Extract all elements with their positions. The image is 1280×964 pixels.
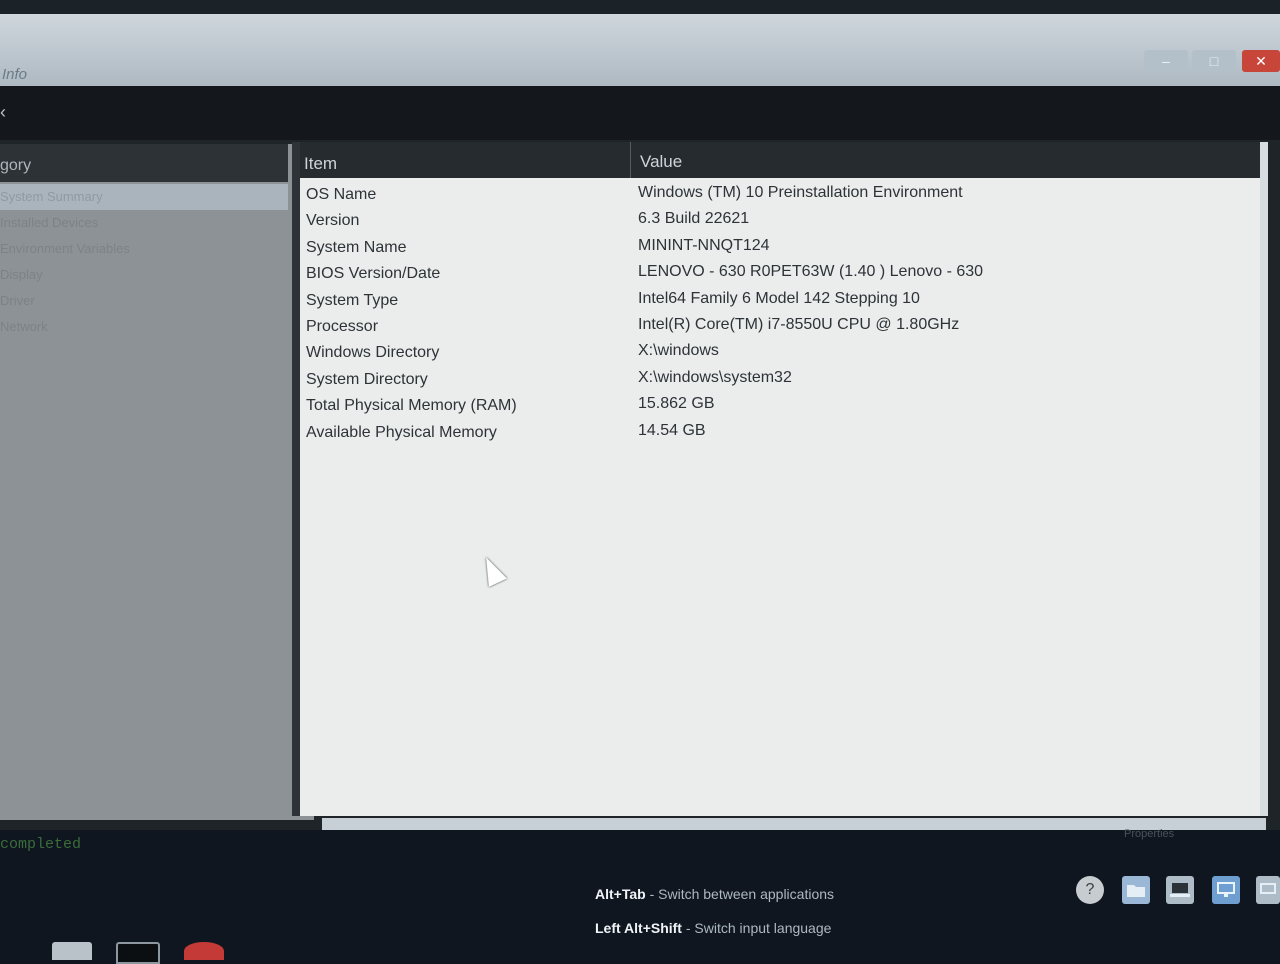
- row-item: System Directory: [306, 370, 428, 388]
- column-divider[interactable]: [630, 142, 631, 178]
- hint-keys: Alt+Tab: [595, 886, 646, 902]
- minimize-icon: –: [1162, 53, 1170, 69]
- display-icon[interactable]: [1256, 876, 1280, 904]
- minimize-button[interactable]: –: [1144, 50, 1188, 72]
- row-value: X:\windows\system32: [638, 368, 792, 386]
- folder-icon[interactable]: [1122, 876, 1150, 904]
- row-item: System Name: [306, 238, 407, 256]
- close-icon: ✕: [1255, 52, 1267, 69]
- table-row[interactable]: System Name MININT-NNQT124: [300, 235, 1260, 261]
- window-title: Info: [2, 66, 28, 83]
- hint-alt-shift: Left Alt+Shift - Switch input language: [595, 920, 834, 954]
- column-header-item[interactable]: Item: [304, 154, 337, 174]
- table-row[interactable]: BIOS Version/Date LENOVO - 630 R0PET63W …: [300, 261, 1260, 287]
- row-item: Total Physical Memory (RAM): [306, 397, 517, 415]
- table-row[interactable]: System Type Intel64 Family 6 Model 142 S…: [300, 288, 1260, 314]
- window-title-bar[interactable]: Info – □ ✕: [0, 14, 1280, 86]
- row-value: Intel(R) Core(TM) i7-8550U CPU @ 1.80GHz: [638, 315, 960, 333]
- category-item-network[interactable]: Network: [0, 314, 288, 340]
- category-item-installed-devices[interactable]: Installed Devices: [0, 210, 288, 236]
- row-value: 15.862 GB: [638, 395, 715, 413]
- category-item-environment-variables[interactable]: Environment Variables: [0, 236, 288, 262]
- row-value: MININT-NNQT124: [638, 236, 770, 254]
- properties-label[interactable]: Properties: [1124, 828, 1174, 840]
- row-item: System Type: [306, 291, 399, 309]
- details-table-body: OS Name Windows (TM) 10 Preinstallation …: [300, 182, 1260, 446]
- row-item: Processor: [306, 317, 379, 335]
- computer-icon[interactable]: [1166, 876, 1194, 904]
- details-table-header: Item Value: [300, 142, 1260, 178]
- category-panel: gory System Summary Installed Devices En…: [0, 144, 314, 820]
- row-item: OS Name: [306, 186, 377, 203]
- table-row[interactable]: Processor Intel(R) Core(TM) i7-8550U CPU…: [300, 314, 1260, 340]
- keyboard-hints: Alt+Tab - Switch between applications Le…: [595, 886, 834, 954]
- toolbar: ‹: [0, 86, 1280, 140]
- table-row[interactable]: Version 6.3 Build 22621: [300, 208, 1260, 234]
- hint-description: - Switch between applications: [649, 886, 835, 902]
- category-item-system-summary[interactable]: System Summary: [0, 184, 288, 210]
- row-value: 14.54 GB: [638, 421, 706, 439]
- table-row[interactable]: OS Name Windows (TM) 10 Preinstallation …: [300, 182, 1260, 208]
- table-row[interactable]: Windows Directory X:\windows: [300, 340, 1260, 366]
- category-item-display[interactable]: Display: [0, 262, 288, 288]
- network-icon[interactable]: [1212, 876, 1240, 904]
- taskbar-app-other[interactable]: [184, 942, 224, 960]
- hint-alt-tab: Alt+Tab - Switch between applications: [595, 886, 834, 920]
- category-list: System Summary Installed Devices Environ…: [0, 184, 288, 340]
- table-row[interactable]: Available Physical Memory 14.54 GB: [300, 420, 1260, 446]
- help-icon[interactable]: ?: [1076, 876, 1104, 904]
- taskbar-app-console[interactable]: [116, 942, 160, 964]
- back-arrow-icon[interactable]: ‹: [0, 102, 6, 123]
- maximize-button[interactable]: □: [1192, 50, 1236, 72]
- row-value: Windows (TM) 10 Preinstallation Environm…: [638, 184, 963, 201]
- column-header-value[interactable]: Value: [640, 152, 682, 172]
- hint-keys: Left Alt+Shift: [595, 920, 682, 936]
- maximize-icon: □: [1209, 53, 1219, 69]
- row-value: X:\windows: [638, 342, 719, 360]
- row-value: 6.3 Build 22621: [638, 210, 750, 228]
- row-item: Version: [306, 212, 360, 230]
- table-row[interactable]: Total Physical Memory (RAM) 15.862 GB: [300, 393, 1260, 419]
- table-row[interactable]: System Directory X:\windows\system32: [300, 367, 1260, 393]
- row-item: Available Physical Memory: [306, 423, 497, 441]
- details-panel: Item Value OS Name Windows (TM) 10 Prein…: [292, 142, 1268, 816]
- close-button[interactable]: ✕: [1242, 50, 1280, 72]
- hint-description: - Switch input language: [685, 920, 832, 936]
- console-output: completed: [0, 836, 82, 853]
- row-item: BIOS Version/Date: [306, 265, 441, 283]
- top-edge: [0, 0, 1280, 14]
- row-item: Windows Directory: [306, 344, 440, 362]
- taskbar-app-explorer[interactable]: [52, 942, 92, 960]
- category-header[interactable]: gory: [0, 144, 288, 182]
- row-value: Intel64 Family 6 Model 142 Stepping 10: [638, 289, 920, 307]
- category-item-driver[interactable]: Driver: [0, 288, 288, 314]
- row-value: LENOVO - 630 R0PET63W (1.40 ) Lenovo - 6…: [638, 263, 984, 281]
